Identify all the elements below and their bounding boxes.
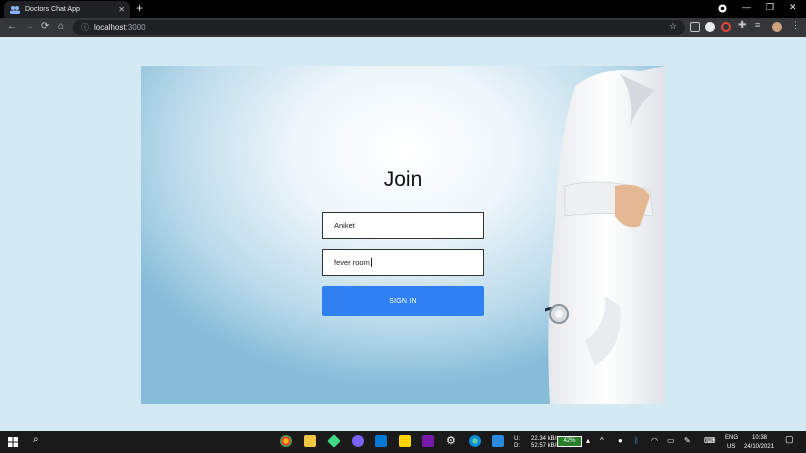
app-icon[interactable] xyxy=(352,435,364,447)
windows-taskbar: ⌕ ⚙ U: D: 22.34 kB/s 52.57 kB/s ▴ ^ ● ᛒ … xyxy=(0,431,806,453)
windows-start-icon[interactable] xyxy=(8,437,18,447)
extension-icon[interactable] xyxy=(705,22,715,32)
reading-list-icon[interactable]: ≡ xyxy=(755,20,765,30)
region-indicator: US xyxy=(727,444,736,450)
reload-icon[interactable]: ⟳ xyxy=(41,21,49,32)
tab-search-icon[interactable] xyxy=(690,22,700,32)
mail-icon[interactable] xyxy=(375,435,387,447)
net-down-label: D: xyxy=(514,443,520,449)
battery-badge: 42% xyxy=(557,436,582,447)
back-arrow-icon[interactable]: ← xyxy=(7,21,17,32)
net-down-speed: 52.57 kB/s xyxy=(531,443,560,449)
mic-icon[interactable]: ▴ xyxy=(586,437,590,445)
microphone-icon[interactable]: ● xyxy=(618,437,623,445)
page-viewport: Join Aniket fever room SIGN IN xyxy=(0,37,806,431)
tab-close-icon[interactable]: ✕ xyxy=(118,5,125,14)
vscode-icon[interactable] xyxy=(492,435,504,447)
bluetooth-icon[interactable]: ᛒ xyxy=(634,437,639,445)
android-studio-icon[interactable] xyxy=(327,434,341,448)
new-tab-button[interactable]: + xyxy=(136,2,143,15)
home-icon[interactable]: ⌂ xyxy=(58,21,64,32)
battery-tray-icon[interactable]: ▭ xyxy=(667,437,675,445)
join-card: Join Aniket fever room SIGN IN xyxy=(141,66,665,404)
sign-in-button[interactable]: SIGN IN xyxy=(322,286,484,316)
doctor-image xyxy=(545,66,665,404)
address-bar[interactable]: ⓘ localhost:3000 ☆ xyxy=(73,20,685,35)
net-up-speed: 22.34 kB/s xyxy=(531,436,560,442)
onenote-icon[interactable] xyxy=(422,435,434,447)
notification-icon[interactable]: ▢ xyxy=(785,435,794,444)
name-input-value: Aniket xyxy=(334,221,355,230)
room-input-value: fever room xyxy=(334,258,370,267)
chrome-taskbar-icon[interactable] xyxy=(280,435,292,447)
net-up-label: U: xyxy=(514,436,520,442)
extension-red-icon[interactable] xyxy=(721,22,731,32)
page-title: Join xyxy=(383,168,423,191)
browser-tab[interactable]: Doctors Chat App ✕ xyxy=(4,1,130,18)
file-explorer-icon[interactable] xyxy=(304,435,316,447)
restore-button[interactable]: ❐ xyxy=(766,2,774,13)
clock-time[interactable]: 10:38 xyxy=(752,435,767,442)
profile-record-icon[interactable] xyxy=(718,4,727,13)
text-caret xyxy=(370,258,372,267)
url-host: localhost xyxy=(94,23,126,32)
pen-icon[interactable]: ✎ xyxy=(684,437,691,445)
language-indicator[interactable]: ENG xyxy=(725,435,738,442)
clock-date: 24/10/2021 xyxy=(744,444,775,450)
site-info-icon[interactable]: ⓘ xyxy=(81,22,89,33)
close-window-button[interactable]: ✕ xyxy=(789,2,797,13)
minimize-button[interactable]: — xyxy=(742,2,751,12)
sticky-notes-icon[interactable] xyxy=(399,435,411,447)
search-icon[interactable]: ⌕ xyxy=(33,434,39,445)
url-port: :3000 xyxy=(125,23,146,32)
people-icon xyxy=(10,6,20,14)
kebab-menu-icon[interactable]: ⋮ xyxy=(791,20,801,30)
settings-gear-icon[interactable]: ⚙ xyxy=(446,434,458,447)
room-input[interactable]: fever room xyxy=(322,249,484,276)
wifi-icon[interactable]: ◠ xyxy=(651,437,658,445)
edge-icon[interactable] xyxy=(469,435,481,447)
forward-arrow-icon[interactable]: → xyxy=(24,21,34,32)
chevron-up-icon[interactable]: ^ xyxy=(600,437,604,445)
browser-toolbar: ← → ⟳ ⌂ ⓘ localhost:3000 ☆ ✚ ≡ ⋮ xyxy=(0,18,806,37)
browser-tab-strip: Doctors Chat App ✕ + — ❐ ✕ xyxy=(0,0,806,18)
puzzle-icon[interactable]: ✚ xyxy=(738,20,748,31)
bookmark-star-icon[interactable]: ☆ xyxy=(669,21,677,32)
tab-title: Doctors Chat App xyxy=(25,6,80,13)
avatar[interactable] xyxy=(772,22,782,32)
name-input[interactable]: Aniket xyxy=(322,212,484,239)
keyboard-icon[interactable]: ⌨ xyxy=(704,437,716,445)
